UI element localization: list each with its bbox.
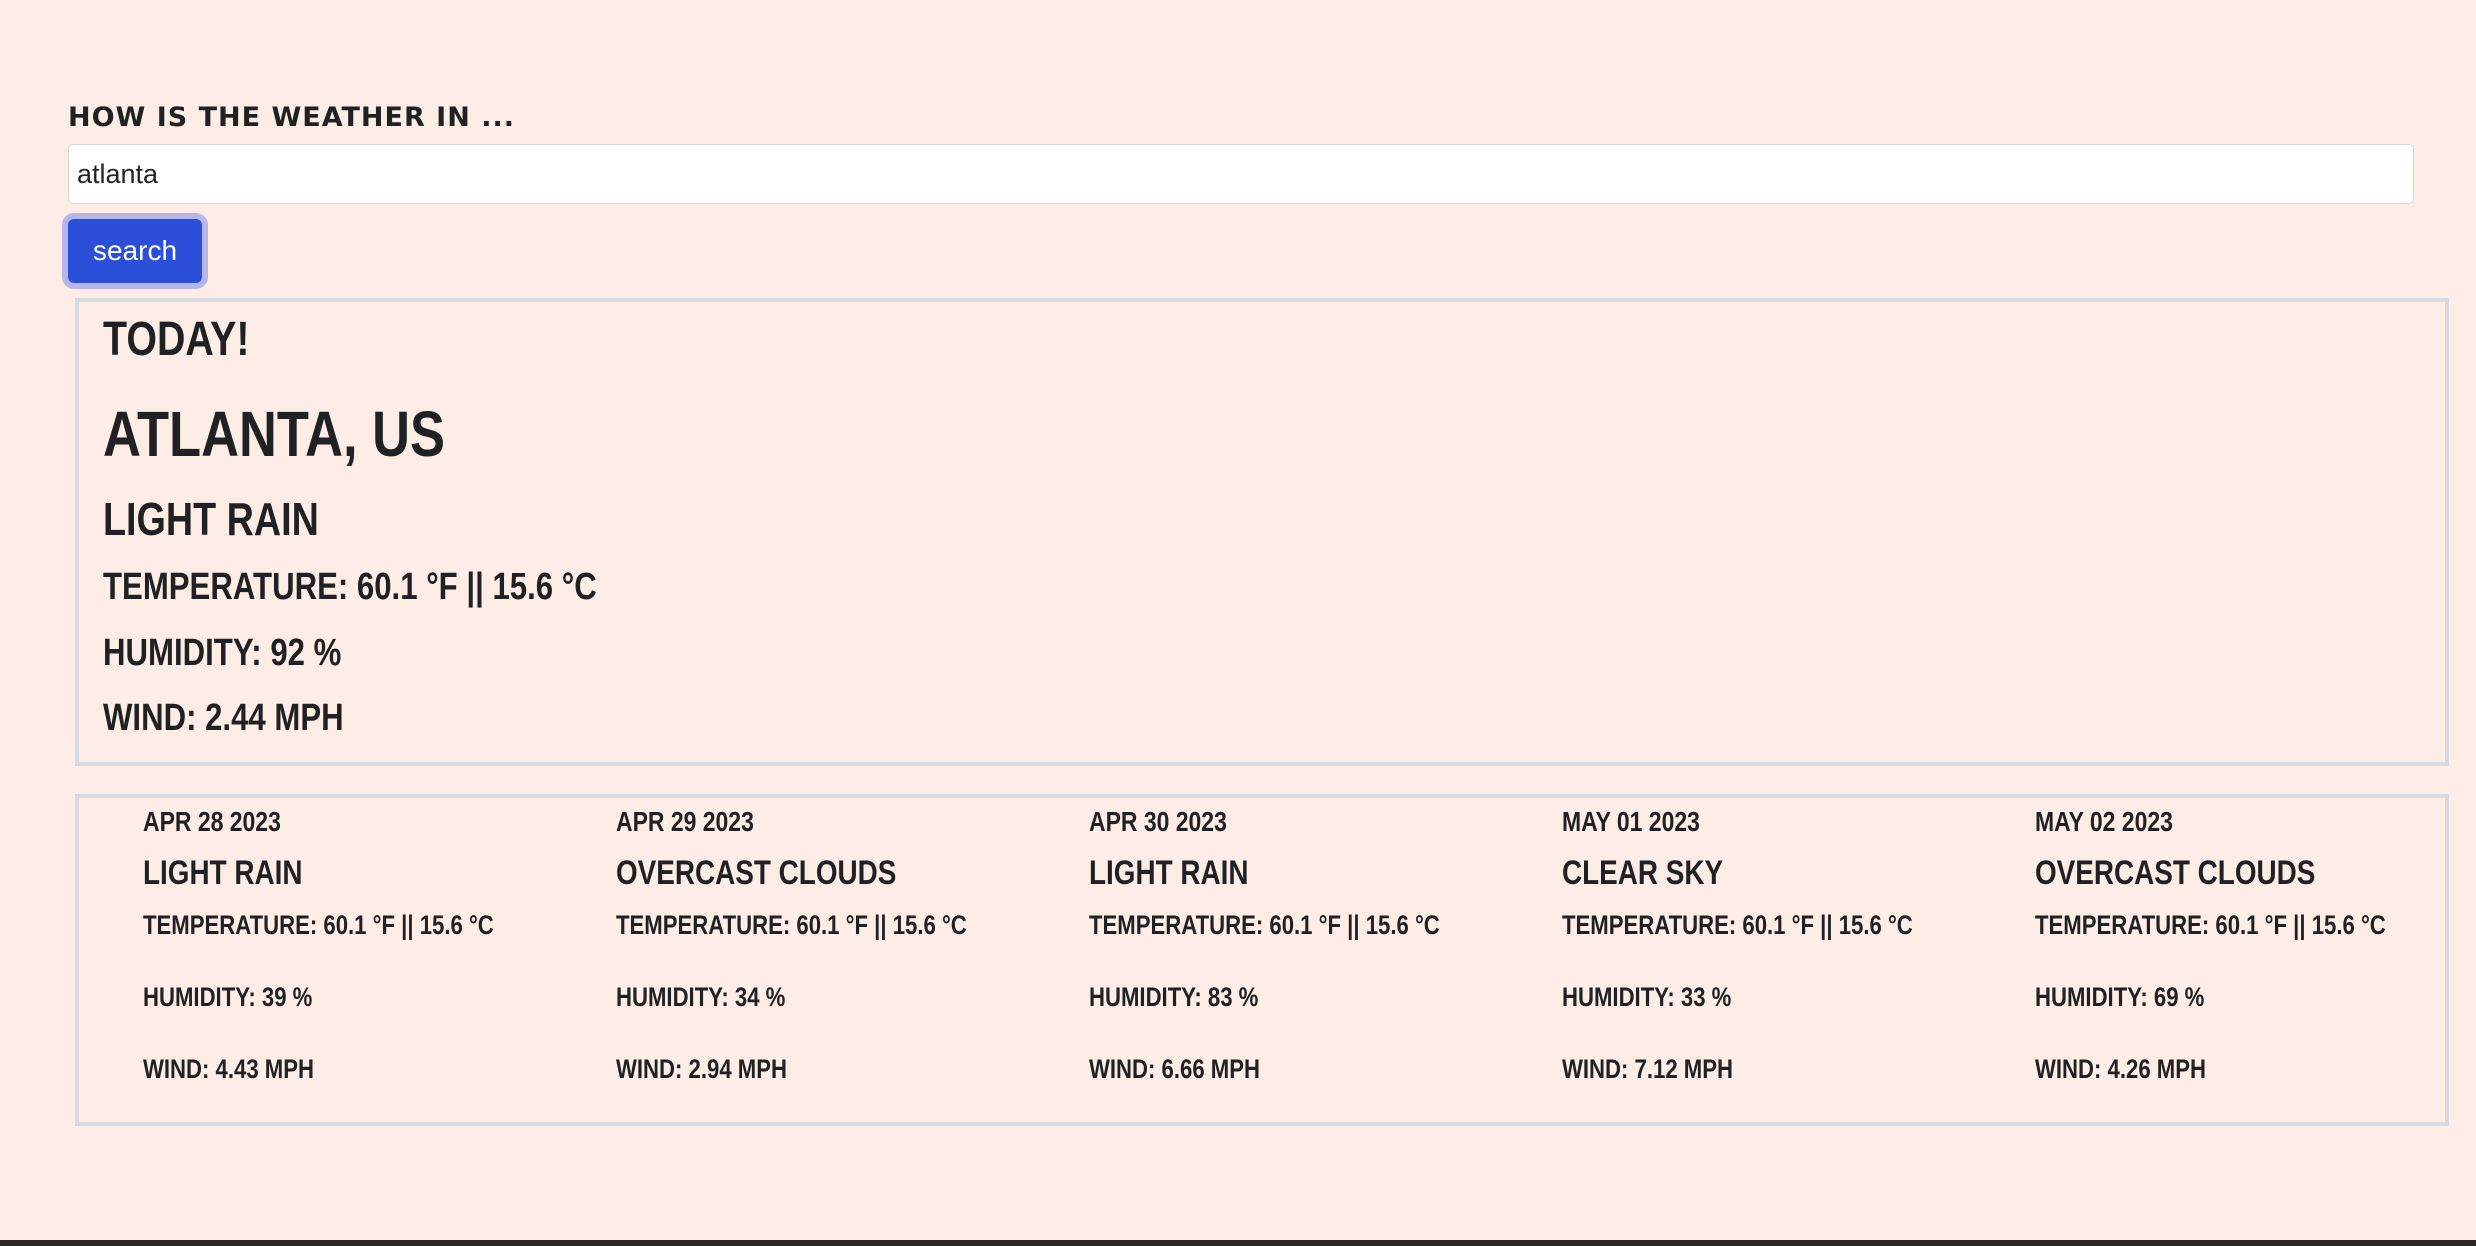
city-search-input[interactable] [68,144,2414,204]
today-weather-card: Today! Atlanta, US Light rain Temperatur… [75,298,2449,766]
forecast-wind: Wind: 2.94 MPH [616,1054,787,1084]
forecast-date: May 01 2023 [1562,806,1700,837]
today-wind: Wind: 2.44 MPH [103,697,344,739]
search-section: How is the weather in ... [68,100,2414,204]
today-humidity: Humidity: 92 % [103,632,342,674]
forecast-wind: Wind: 6.66 MPH [1089,1054,1260,1084]
forecast-condition: Overcast clouds [2035,854,2316,892]
city-name: Atlanta, US [103,398,446,470]
search-button[interactable]: search [68,219,202,283]
forecast-humidity: Humidity: 69 % [2035,982,2205,1012]
forecast-date: Apr 30 2023 [1089,806,1227,837]
forecast-condition: Light rain [1089,854,1249,892]
search-label: How is the weather in ... [68,102,515,133]
forecast-temperature: Temperature: 60.1 °F || 15.6 °C [1089,910,1440,940]
forecast-day: Apr 30 2023 Light rain Temperature: 60.1… [1025,798,1498,1122]
today-condition: Light rain [103,493,319,545]
bottom-divider [0,1240,2476,1246]
today-temperature: Temperature: 60.1 °F || 15.6 °C [103,566,597,608]
forecast-temperature: Temperature: 60.1 °F || 15.6 °C [1562,910,1913,940]
forecast-condition: Light rain [143,854,303,892]
forecast-date: May 02 2023 [2035,806,2173,837]
forecast-humidity: Humidity: 34 % [616,982,786,1012]
forecast-temperature: Temperature: 60.1 °F || 15.6 °C [143,910,494,940]
today-heading: Today! [103,313,250,366]
forecast-humidity: Humidity: 83 % [1089,982,1259,1012]
forecast-day: Apr 28 2023 Light rain Temperature: 60.1… [79,798,552,1122]
forecast-temperature: Temperature: 60.1 °F || 15.6 °C [2035,910,2386,940]
forecast-day: Apr 29 2023 Overcast clouds Temperature:… [552,798,1025,1122]
forecast-day: May 02 2023 Overcast clouds Temperature:… [1971,798,2444,1122]
forecast-condition: Clear sky [1562,854,1724,892]
forecast-humidity: Humidity: 39 % [143,982,313,1012]
forecast-temperature: Temperature: 60.1 °F || 15.6 °C [616,910,967,940]
forecast-date: Apr 29 2023 [616,806,754,837]
forecast-wind: Wind: 4.26 MPH [2035,1054,2206,1084]
forecast-condition: Overcast clouds [616,854,897,892]
forecast-day: May 01 2023 Clear sky Temperature: 60.1 … [1498,798,1971,1122]
forecast-wind: Wind: 4.43 MPH [143,1054,314,1084]
forecast-humidity: Humidity: 33 % [1562,982,1732,1012]
forecast-date: Apr 28 2023 [143,806,281,837]
forecast-card: Apr 28 2023 Light rain Temperature: 60.1… [75,794,2449,1126]
forecast-wind: Wind: 7.12 MPH [1562,1054,1733,1084]
